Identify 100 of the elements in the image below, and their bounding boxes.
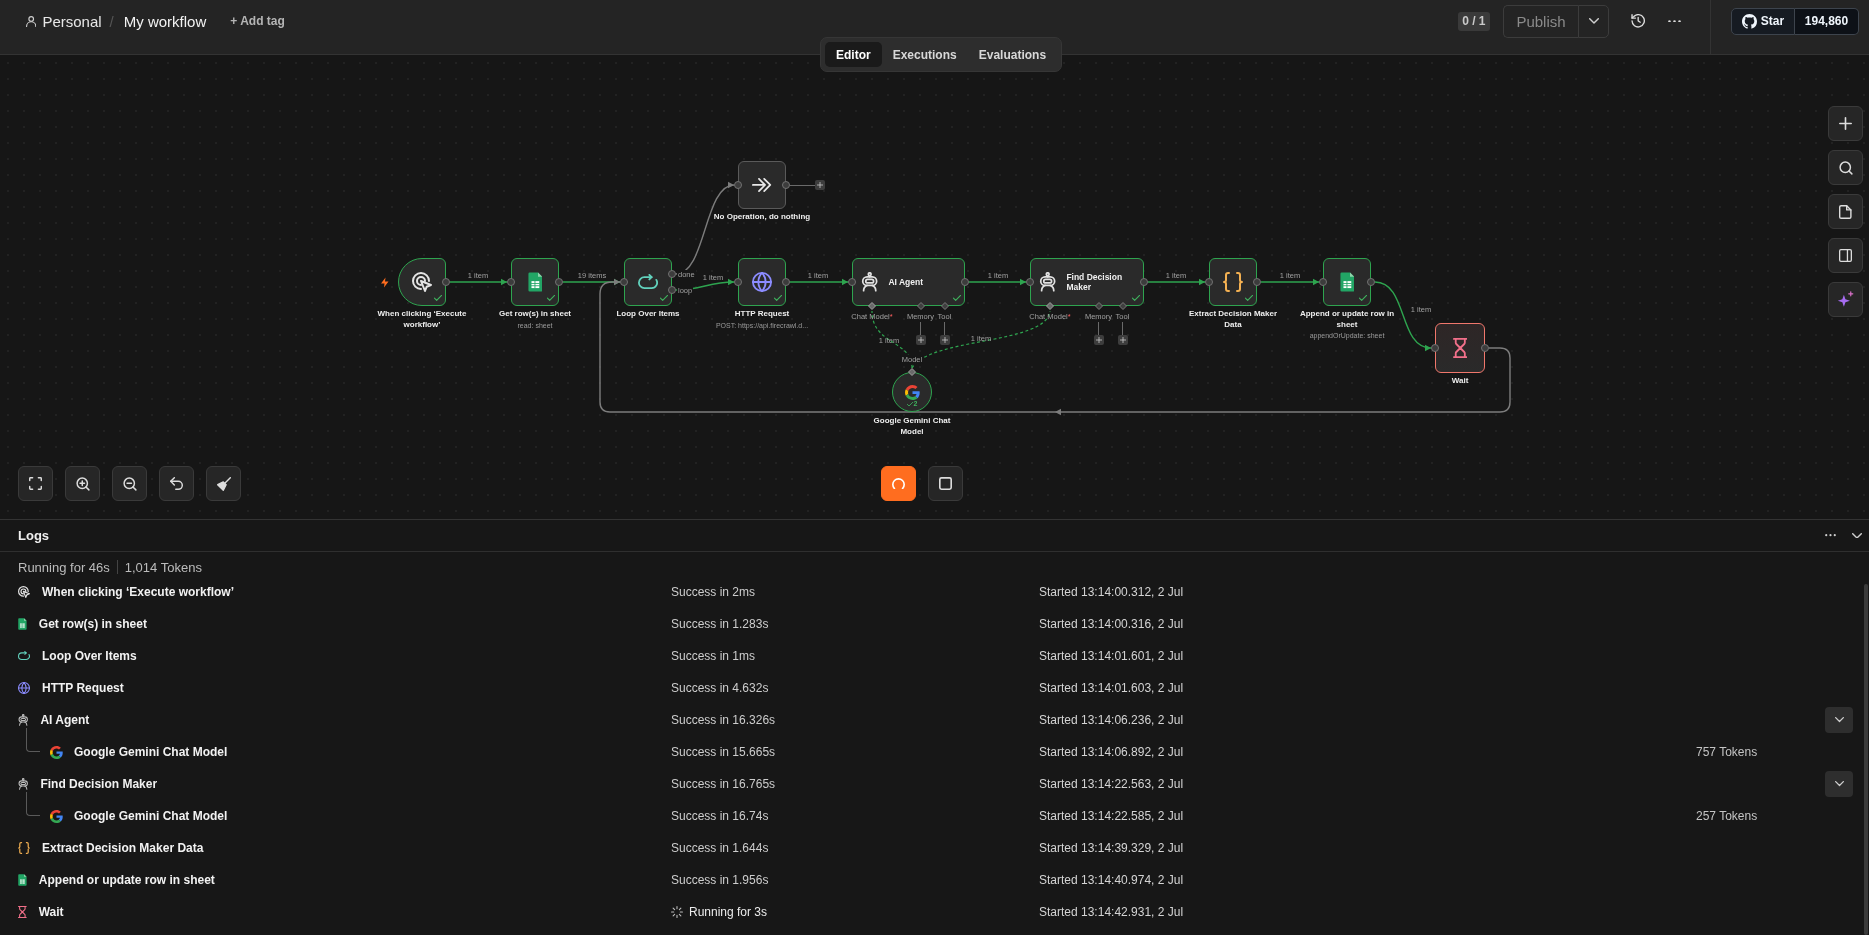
node-title: Get row(s) in sheet (499, 309, 571, 320)
workflow-node[interactable] (738, 161, 786, 209)
project-link[interactable]: Personal (42, 12, 102, 30)
sticky-note-button[interactable] (1828, 194, 1863, 229)
node-name[interactable]: AI Agent (40, 713, 90, 727)
workflow-name[interactable]: My workflow (123, 12, 207, 30)
output-handle[interactable] (1367, 278, 1375, 286)
connector-handle[interactable] (940, 302, 949, 310)
workflow-node[interactable] (398, 258, 446, 306)
input-handle[interactable] (1026, 278, 1034, 286)
publish-options-button[interactable] (1578, 4, 1609, 38)
workflow-node[interactable] (1323, 258, 1371, 306)
view-tab[interactable]: Evaluations (967, 42, 1058, 67)
node-name[interactable]: Append or update row in sheet (38, 873, 215, 887)
node-name[interactable]: Google Gemini Chat Model (74, 809, 228, 823)
fit-view-button[interactable] (18, 466, 53, 501)
input-handle[interactable] (1205, 278, 1213, 286)
search-button[interactable] (1828, 150, 1863, 185)
plus-icon (1839, 117, 1852, 130)
spreadsheet-icon (18, 618, 27, 630)
add-tag-button[interactable]: + Add tag (230, 14, 285, 28)
workflow-node[interactable] (738, 258, 786, 306)
expand-toggle-button[interactable] (1825, 771, 1853, 797)
output-handle[interactable] (1140, 278, 1148, 286)
node-name[interactable]: Find Decision Maker (40, 777, 158, 791)
run-button[interactable] (881, 466, 916, 501)
status-text: Success in 1.283s (671, 617, 769, 631)
panel-toggle-button[interactable] (1828, 238, 1863, 273)
zoom-out-button[interactable] (112, 466, 147, 501)
output-handle[interactable] (961, 278, 969, 286)
undo-button[interactable] (159, 466, 194, 501)
add-node-button[interactable] (1093, 335, 1104, 345)
check-icon (1359, 295, 1367, 301)
node-name[interactable]: Wait (38, 905, 64, 919)
add-node-button[interactable] (815, 180, 825, 190)
output-handle[interactable] (1253, 278, 1261, 286)
zoom-in-button[interactable] (65, 466, 100, 501)
node-name[interactable]: Loop Over Items (42, 649, 137, 663)
input-handle[interactable] (507, 278, 515, 286)
start-time: Started 13:14:01.601, 2 Jul (1039, 649, 1185, 663)
workflow-node[interactable]: AI Agent (852, 258, 965, 306)
input-handle[interactable] (1319, 278, 1327, 286)
check-icon (1132, 295, 1140, 301)
start-time: Started 13:14:42.931, 2 Jul (1039, 905, 1185, 919)
node-name[interactable]: Google Gemini Chat Model (74, 745, 228, 759)
spreadsheet-icon (527, 272, 543, 292)
input-handle[interactable] (734, 181, 742, 189)
expand-corners-icon (29, 477, 42, 490)
connector-handle[interactable] (908, 368, 916, 376)
input-handle[interactable] (620, 278, 628, 286)
node-name[interactable]: Extract Decision Maker Data (42, 841, 204, 855)
hourglass-icon (1452, 338, 1468, 358)
workflow-node[interactable] (511, 258, 559, 306)
ai-assistant-button[interactable] (1828, 282, 1863, 317)
workflow-node[interactable] (1435, 323, 1485, 373)
workflow-node[interactable]: Find Decision Maker (1030, 258, 1144, 306)
workflow-node[interactable] (624, 258, 672, 306)
plus-icon (1095, 337, 1102, 343)
view-tab[interactable]: Editor (825, 42, 882, 67)
input-handle[interactable] (734, 278, 742, 286)
connector-handle[interactable] (916, 302, 925, 310)
node-name[interactable]: Get row(s) in sheet (38, 617, 147, 631)
view-tab[interactable]: Executions (881, 42, 968, 67)
output-handle[interactable] (782, 278, 790, 286)
tidy-up-button[interactable] (206, 466, 241, 501)
check-icon (953, 295, 961, 301)
stop-button[interactable] (928, 466, 963, 501)
scrollbar[interactable] (1864, 584, 1868, 935)
robot-icon (18, 714, 29, 726)
input-handle[interactable] (1431, 344, 1439, 352)
plus-icon (917, 337, 924, 343)
node-name[interactable]: When clicking ‘Execute workflow’ (42, 585, 235, 599)
workflow-node[interactable] (1209, 258, 1257, 306)
sparkle-icon (1837, 291, 1854, 308)
connector-handle[interactable] (868, 302, 876, 310)
add-node-button[interactable] (1828, 106, 1863, 141)
connector-handle[interactable] (1046, 302, 1054, 310)
output-handle[interactable] (442, 278, 450, 286)
add-node-button[interactable] (939, 335, 950, 345)
input-handle[interactable] (848, 278, 856, 286)
more-icon (1667, 19, 1681, 23)
connector-handle[interactable] (1094, 302, 1103, 310)
start-time: Started 13:14:06.892, 2 Jul (1039, 745, 1185, 759)
output-handle[interactable] (782, 181, 790, 189)
node-title: Wait (1451, 376, 1469, 387)
output-handle[interactable] (555, 278, 563, 286)
github-star-button[interactable]: Star (1731, 7, 1795, 35)
counter-badge: 0 / 1 (1457, 11, 1490, 31)
node-name[interactable]: HTTP Request (42, 681, 124, 695)
node-title: Find Decision Maker (1066, 271, 1124, 293)
start-time: Started 13:14:40.974, 2 Jul (1039, 873, 1185, 887)
add-node-button[interactable] (1117, 335, 1128, 345)
connector-handle[interactable] (1118, 302, 1127, 310)
loop-arrow-icon (18, 651, 30, 661)
loop-arrow-icon (638, 274, 658, 290)
output-handle[interactable] (1481, 344, 1489, 352)
expand-toggle-button[interactable] (1825, 707, 1853, 733)
add-node-button[interactable] (915, 335, 926, 345)
check-icon (906, 401, 913, 407)
star-count[interactable]: 194,860 (1795, 7, 1859, 35)
